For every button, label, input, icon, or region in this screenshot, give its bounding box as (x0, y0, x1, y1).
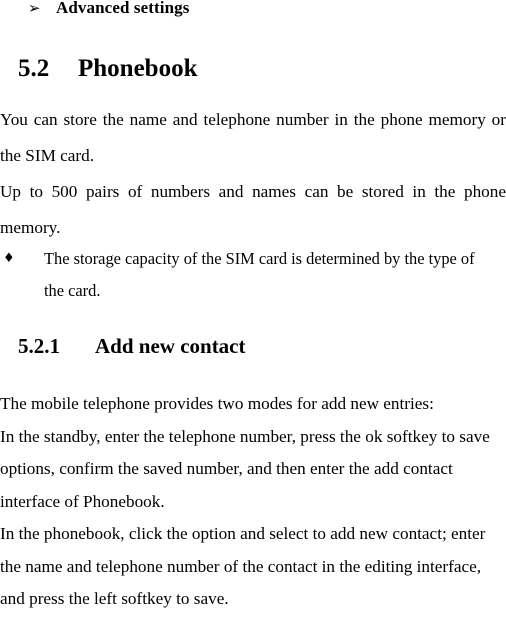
intro-paragraph-2: Up to 500 pairs of numbers and names can… (0, 182, 506, 237)
subsection-heading: 5.2.1 Add new contact (18, 331, 246, 361)
body-paragraph-2: In the standby, enter the telephone numb… (0, 426, 490, 511)
section-number: 5.2 (18, 55, 50, 82)
intro-paragraph-1: You can store the name and telephone num… (0, 110, 506, 165)
body-paragraph-block: The mobile telephone provides two modes … (0, 388, 506, 616)
arrow-bullet-label: Advanced settings (56, 0, 190, 17)
section-title: Phonebook (78, 55, 198, 82)
subsection-title: Add new contact (95, 334, 246, 358)
body-paragraph-1: The mobile telephone provides two modes … (0, 394, 434, 413)
subsection-number: 5.2.1 (18, 334, 60, 358)
arrow-bullet-item: ➢ Advanced settings (0, 0, 506, 21)
section-heading: 5.2 Phonebook (18, 52, 197, 86)
diamond-bullet-icon: ♦ (3, 251, 15, 266)
document-page: ➢ Advanced settings 5.2 Phonebook You can… (0, 0, 506, 621)
arrow-right-bullet-icon: ➢ (28, 0, 41, 17)
body-paragraph-3: In the phonebook, click the option and s… (0, 524, 486, 608)
intro-paragraph-block: You can store the name and telephone num… (0, 102, 506, 246)
diamond-bullet-text: The storage capacity of the SIM card is … (44, 249, 475, 300)
